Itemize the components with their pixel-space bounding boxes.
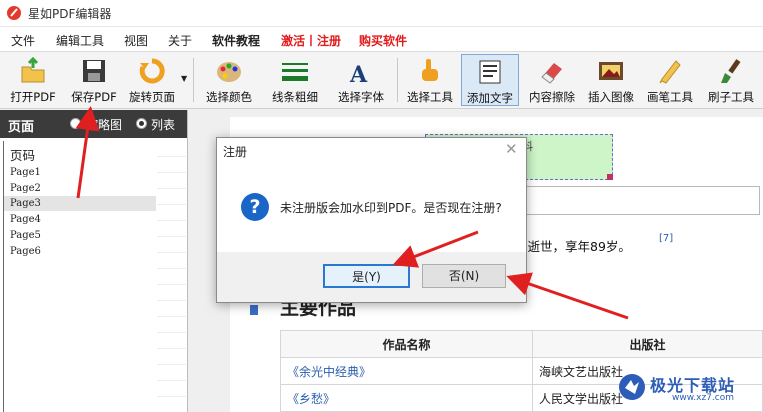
arrow-to-no <box>506 272 629 320</box>
watermark-url: www.xz7.com <box>672 393 734 403</box>
arrow-to-yes <box>392 230 479 268</box>
arrow-to-save <box>75 106 100 199</box>
watermark-logo-icon <box>619 374 645 400</box>
annotation-arrows <box>75 106 629 320</box>
